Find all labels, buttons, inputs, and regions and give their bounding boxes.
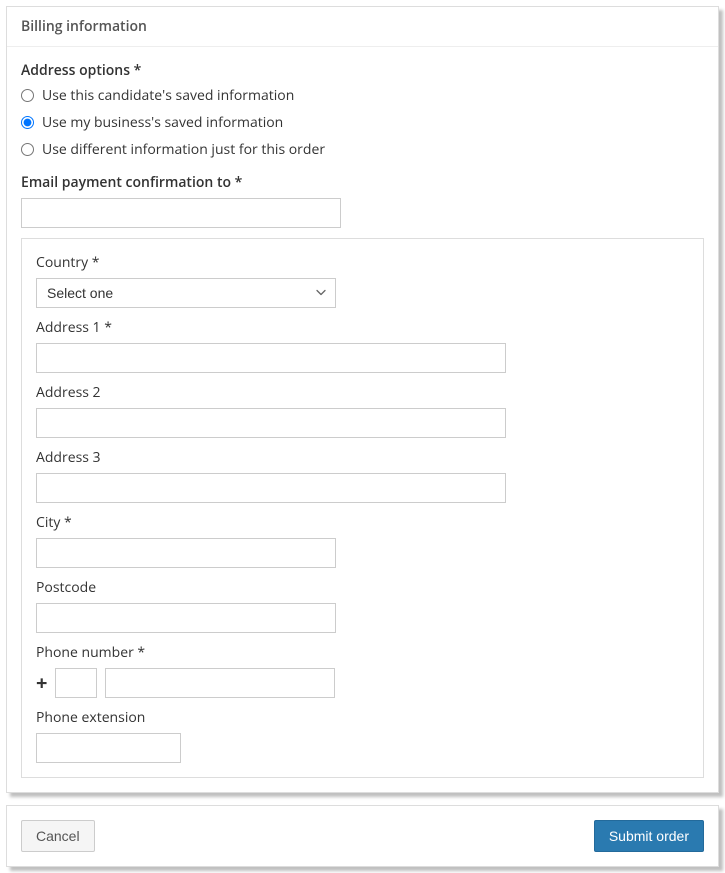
country-field: Country * Select one (36, 253, 689, 308)
radio-business-input[interactable] (21, 116, 34, 129)
address3-input[interactable] (36, 473, 506, 503)
phone-label: Phone number * (36, 643, 689, 662)
submit-order-button[interactable]: Submit order (594, 820, 704, 852)
address-options-label: Address options * (21, 61, 704, 80)
phone-ext-input[interactable] (36, 733, 181, 763)
cancel-button[interactable]: Cancel (21, 820, 95, 852)
country-select-wrapper: Select one (36, 278, 336, 308)
postcode-label: Postcode (36, 578, 689, 597)
radio-option-candidate[interactable]: Use this candidate's saved information (21, 86, 704, 105)
email-confirmation-input[interactable] (21, 198, 341, 228)
city-field: City * (36, 513, 689, 568)
address1-field: Address 1 * (36, 318, 689, 373)
radio-different-label: Use different information just for this … (42, 140, 325, 159)
phone-number-input[interactable] (105, 668, 335, 698)
phone-ext-label: Phone extension (36, 708, 689, 727)
radio-option-business[interactable]: Use my business's saved information (21, 113, 704, 132)
email-confirmation-label: Email payment confirmation to * (21, 173, 704, 192)
postcode-input[interactable] (36, 603, 336, 633)
city-label: City * (36, 513, 689, 532)
button-bar: Cancel Submit order (6, 805, 719, 867)
phone-field: Phone number * + (36, 643, 689, 698)
address2-field: Address 2 (36, 383, 689, 438)
city-input[interactable] (36, 538, 336, 568)
address3-field: Address 3 (36, 448, 689, 503)
email-confirmation-group: Email payment confirmation to * (21, 173, 704, 228)
address2-label: Address 2 (36, 383, 689, 402)
phone-cc-input[interactable] (55, 668, 97, 698)
panel-body: Address options * Use this candidate's s… (7, 47, 718, 792)
phone-ext-field: Phone extension (36, 708, 689, 763)
radio-different-input[interactable] (21, 143, 34, 156)
radio-option-different[interactable]: Use different information just for this … (21, 140, 704, 159)
billing-panel: Billing information Address options * Us… (6, 6, 719, 793)
country-label: Country * (36, 253, 689, 272)
address-box: Country * Select one Address 1 * Address… (21, 238, 704, 778)
postcode-field: Postcode (36, 578, 689, 633)
address2-input[interactable] (36, 408, 506, 438)
radio-candidate-label: Use this candidate's saved information (42, 86, 294, 105)
radio-business-label: Use my business's saved information (42, 113, 283, 132)
plus-icon: + (36, 668, 47, 698)
radio-candidate-input[interactable] (21, 89, 34, 102)
address-options-group: Address options * Use this candidate's s… (21, 61, 704, 159)
country-select[interactable]: Select one (36, 278, 336, 308)
phone-row: + (36, 668, 689, 698)
address1-label: Address 1 * (36, 318, 689, 337)
address1-input[interactable] (36, 343, 506, 373)
address3-label: Address 3 (36, 448, 689, 467)
panel-title: Billing information (7, 7, 718, 47)
